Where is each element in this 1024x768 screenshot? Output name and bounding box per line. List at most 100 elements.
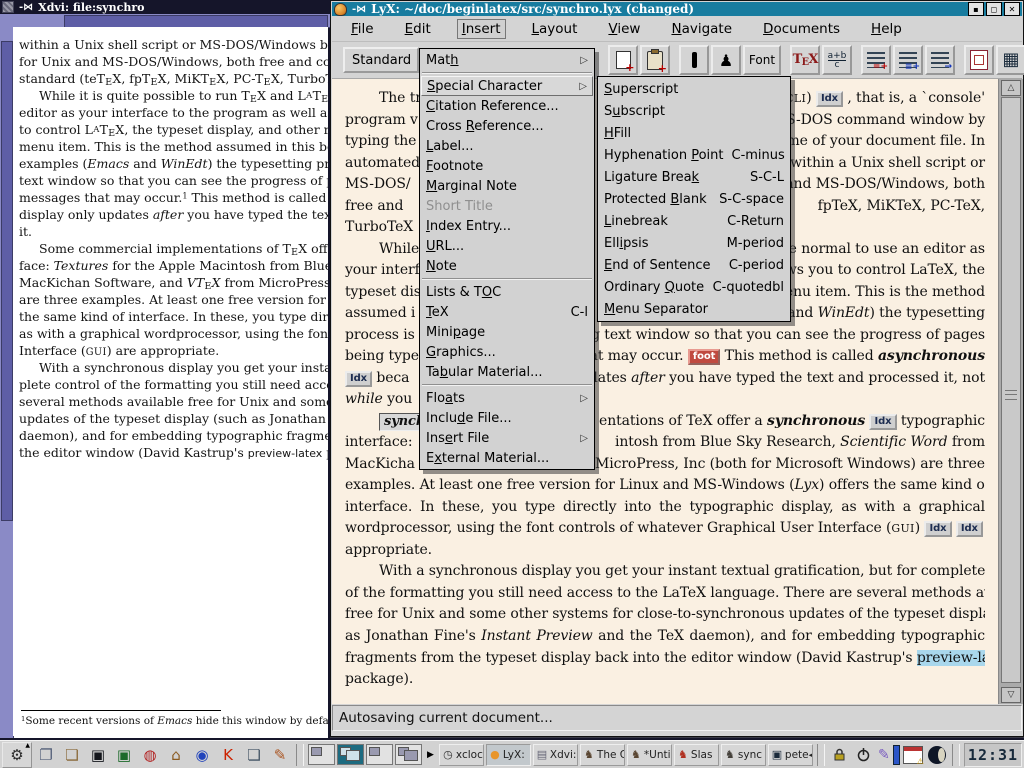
kmenu-button[interactable]: ⚙ bbox=[2, 742, 32, 768]
moon-phase-icon[interactable] bbox=[926, 744, 948, 766]
help-lifebuoy-icon[interactable]: ◍ bbox=[138, 743, 162, 767]
math-mode-button[interactable]: a+bc bbox=[822, 45, 852, 75]
globe-icon[interactable]: ◉ bbox=[190, 743, 214, 767]
task-button-lyx[interactable]: ●LyX: bbox=[486, 744, 531, 766]
window-pin-icon[interactable]: -⋈ bbox=[352, 4, 366, 15]
task-button-pete[interactable]: ▣pete◀ bbox=[768, 744, 813, 766]
menu-item-linebreak[interactable]: LinebreakC-Return bbox=[599, 210, 789, 232]
lyx-scrollbar[interactable]: △ ▽ bbox=[998, 79, 1023, 704]
menu-item-superscript[interactable]: Superscript bbox=[599, 78, 789, 100]
organizer-calendar-icon[interactable] bbox=[902, 744, 924, 766]
menu-item-hfill[interactable]: HFill bbox=[599, 122, 789, 144]
menu-item-ligature-break[interactable]: Ligature BreakS-C-L bbox=[599, 166, 789, 188]
scroll-up-icon[interactable]: △ bbox=[1001, 80, 1021, 96]
depth-plus-icon[interactable] bbox=[861, 45, 891, 75]
klipper-pen-icon[interactable]: ✎ bbox=[877, 744, 891, 766]
menu-item-url[interactable]: URL... bbox=[421, 236, 593, 256]
copy-icon[interactable] bbox=[608, 45, 638, 75]
menu-item-hyphenation-point[interactable]: Hyphenation PointC-minus bbox=[599, 144, 789, 166]
index-inset-button[interactable]: Idx bbox=[956, 521, 983, 537]
menu-item-lists-toc[interactable]: Lists & TOC bbox=[421, 282, 593, 302]
index-inset-button[interactable]: Idx bbox=[345, 371, 372, 387]
noun-icon[interactable]: ♟ bbox=[711, 45, 741, 75]
emphasis-icon[interactable] bbox=[679, 45, 709, 75]
menu-item-citation-reference[interactable]: Citation Reference... bbox=[421, 96, 593, 116]
xdvi-titlebar[interactable]: -⋈ Xdvi: file:synchro bbox=[0, 0, 328, 14]
window-pin-icon[interactable]: -⋈ bbox=[19, 2, 33, 13]
menu-item-index-entry[interactable]: Index Entry... bbox=[421, 216, 593, 236]
paste-icon[interactable] bbox=[640, 45, 670, 75]
menu-item-tex[interactable]: TeXC-l bbox=[421, 302, 593, 322]
index-inset-button[interactable]: Idx bbox=[816, 91, 843, 107]
terminal-icon[interactable]: ▣ bbox=[112, 743, 136, 767]
task-button-slas[interactable]: ♞Slas bbox=[674, 744, 719, 766]
menubar-item-navigate[interactable]: Navigate bbox=[666, 19, 737, 39]
menubar-item-documents[interactable]: Documents bbox=[758, 19, 845, 39]
menubar-item-layout[interactable]: Layout bbox=[527, 19, 583, 39]
layout-paragraph-icon[interactable] bbox=[893, 45, 923, 75]
menubar-item-file[interactable]: File bbox=[346, 19, 379, 39]
menu-item-graphics[interactable]: Graphics... bbox=[421, 342, 593, 362]
menu-item-special-character[interactable]: Special Character▷ bbox=[421, 76, 593, 96]
editor-pen-icon[interactable]: ✎ bbox=[268, 743, 292, 767]
pager-desktop-1[interactable] bbox=[308, 744, 335, 765]
menubar-item-insert[interactable]: Insert bbox=[457, 19, 506, 39]
index-inset-button[interactable]: Idx bbox=[869, 414, 896, 430]
task-button-sync[interactable]: ♞sync bbox=[721, 744, 766, 766]
pager-desktop-4[interactable] bbox=[395, 744, 422, 765]
menu-item-cross-reference[interactable]: Cross Reference... bbox=[421, 116, 593, 136]
menu-item-short-title[interactable]: Short Title bbox=[421, 196, 593, 216]
layout-combo[interactable]: Standard bbox=[343, 47, 419, 73]
menu-item-insert-file[interactable]: Insert File▷ bbox=[421, 428, 593, 448]
tasklist-arrow-icon[interactable]: ▶ bbox=[427, 750, 434, 760]
menubar-item-edit[interactable]: Edit bbox=[400, 19, 436, 39]
xdvi-vertical-scrollbar[interactable] bbox=[0, 27, 14, 738]
close-button[interactable]: ✕ bbox=[1004, 2, 1020, 16]
notes-icon[interactable]: ❏ bbox=[60, 743, 84, 767]
pager-desktop-2[interactable] bbox=[337, 744, 364, 765]
logout-power-icon[interactable] bbox=[853, 744, 875, 766]
menu-item-math[interactable]: Math▷ bbox=[421, 50, 593, 70]
footnote-inset-button[interactable]: foot bbox=[688, 349, 720, 365]
home-icon[interactable]: ⌂ bbox=[164, 743, 188, 767]
menubar-item-view[interactable]: View bbox=[603, 19, 645, 39]
maximize-button[interactable]: ◻ bbox=[986, 2, 1002, 16]
menu-item-floats[interactable]: Floats▷ bbox=[421, 388, 593, 408]
files-icon[interactable]: ❐ bbox=[34, 743, 58, 767]
insert-table-icon[interactable]: ▦ bbox=[996, 45, 1024, 75]
menu-item-ellipsis[interactable]: EllipsisM-period bbox=[599, 232, 789, 254]
scroll-down-icon[interactable]: ▽ bbox=[1001, 687, 1021, 703]
menu-item-marginal-note[interactable]: Marginal Note bbox=[421, 176, 593, 196]
menu-item-footnote[interactable]: Footnote bbox=[421, 156, 593, 176]
task-button-xcloc[interactable]: ◷xcloc bbox=[439, 744, 484, 766]
menu-item-ordinary-quote[interactable]: Ordinary QuoteC-quotedbl bbox=[599, 276, 789, 298]
font-button[interactable]: Font bbox=[743, 45, 781, 75]
menubar-item-help[interactable]: Help bbox=[866, 19, 907, 39]
indent-icon[interactable] bbox=[925, 45, 955, 75]
lyx-scroll-thumb[interactable] bbox=[1001, 97, 1021, 683]
task-button-xdvi[interactable]: ▤Xdvi: bbox=[533, 744, 578, 766]
task-button-unti[interactable]: ♞*Unti bbox=[627, 744, 672, 766]
index-inset-button[interactable]: Idx bbox=[924, 521, 951, 537]
lyx-titlebar[interactable]: -⋈ LyX: ~/doc/beginlatex/src/synchro.lyx… bbox=[332, 2, 1022, 16]
menu-item-end-of-sentence[interactable]: End of SentenceC-period bbox=[599, 254, 789, 276]
console-icon[interactable]: ▣ bbox=[86, 743, 110, 767]
documents-icon[interactable]: ❏ bbox=[242, 743, 266, 767]
xdvi-vscroll-thumb[interactable] bbox=[1, 41, 13, 521]
tex-mode-button[interactable]: TEX bbox=[790, 45, 820, 75]
menu-item-tabular-material[interactable]: Tabular Material... bbox=[421, 362, 593, 382]
menu-item-label[interactable]: Label... bbox=[421, 136, 593, 156]
menu-item-minipage[interactable]: Minipage bbox=[421, 322, 593, 342]
menu-item-subscript[interactable]: Subscript bbox=[599, 100, 789, 122]
menu-item-include-file[interactable]: Include File... bbox=[421, 408, 593, 428]
task-button-theg[interactable]: ♞The G bbox=[580, 744, 625, 766]
minimize-button[interactable]: ▪ bbox=[968, 2, 984, 16]
insert-figure-icon[interactable] bbox=[964, 45, 994, 75]
menu-item-menu-separator[interactable]: Menu Separator bbox=[599, 298, 789, 320]
lock-screen-icon[interactable] bbox=[829, 744, 851, 766]
kcontrol-icon[interactable]: K bbox=[216, 743, 240, 767]
menu-item-note[interactable]: Note bbox=[421, 256, 593, 276]
menu-item-protected-blank[interactable]: Protected BlankS-C-space bbox=[599, 188, 789, 210]
xdvi-horizontal-scrollbar[interactable] bbox=[0, 14, 330, 28]
menu-item-external-material[interactable]: External Material... bbox=[421, 448, 593, 468]
